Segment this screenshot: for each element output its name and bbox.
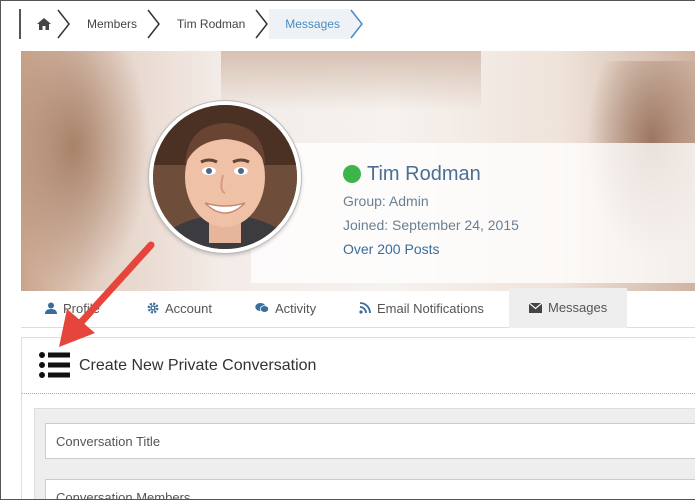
avatar-photo — [153, 105, 297, 249]
tab-email-notifications[interactable]: Email Notifications — [359, 288, 484, 328]
user-name-row: Tim Rodman — [343, 161, 519, 187]
user-info: Tim Rodman Group: Admin Joined: Septembe… — [343, 161, 519, 259]
chevron-right-icon — [57, 9, 71, 39]
tab-label: Email Notifications — [377, 300, 484, 316]
conversation-form: Conversation Title Conversation Members — [34, 408, 695, 499]
tab-label: Account — [165, 300, 212, 316]
chevron-right-icon — [255, 9, 269, 39]
user-name: Tim Rodman — [367, 162, 481, 185]
chevron-right-icon — [147, 9, 161, 39]
comments-icon — [255, 303, 269, 313]
home-icon — [37, 18, 51, 30]
breadcrumb-item-active: Messages — [269, 9, 350, 39]
breadcrumb-item-user[interactable]: Tim Rodman — [161, 9, 255, 39]
user-joined: Joined: September 24, 2015 — [343, 217, 519, 233]
chevron-right-icon — [349, 9, 364, 39]
breadcrumb-divider — [19, 9, 21, 39]
tab-label: Messages — [548, 300, 608, 315]
avatar[interactable] — [149, 101, 301, 253]
tab-messages[interactable]: Messages — [509, 288, 627, 328]
list-icon — [39, 352, 70, 378]
tab-activity[interactable]: Activity — [255, 288, 316, 328]
breadcrumb-home[interactable] — [31, 9, 57, 39]
page-frame: Members Tim Rodman Messages Tim Rodman G… — [0, 0, 695, 500]
user-posts[interactable]: Over 200 Posts — [343, 241, 519, 259]
tab-label: Activity — [275, 300, 317, 316]
conversation-title-field[interactable]: Conversation Title — [45, 423, 695, 459]
envelope-icon — [529, 302, 542, 313]
user-group: Group: Admin — [343, 193, 429, 209]
rss-icon — [359, 302, 371, 314]
annotation-arrow-icon — [59, 241, 155, 347]
conversation-panel: Create New Private Conversation Conversa… — [21, 337, 695, 499]
conversation-members-field[interactable]: Conversation Members — [45, 479, 695, 499]
breadcrumb-item-members[interactable]: Members — [71, 9, 147, 39]
online-status-icon — [343, 165, 361, 183]
breadcrumb: Members Tim Rodman Messages — [19, 9, 364, 39]
panel-title: Create New Private Conversation — [79, 357, 317, 374]
